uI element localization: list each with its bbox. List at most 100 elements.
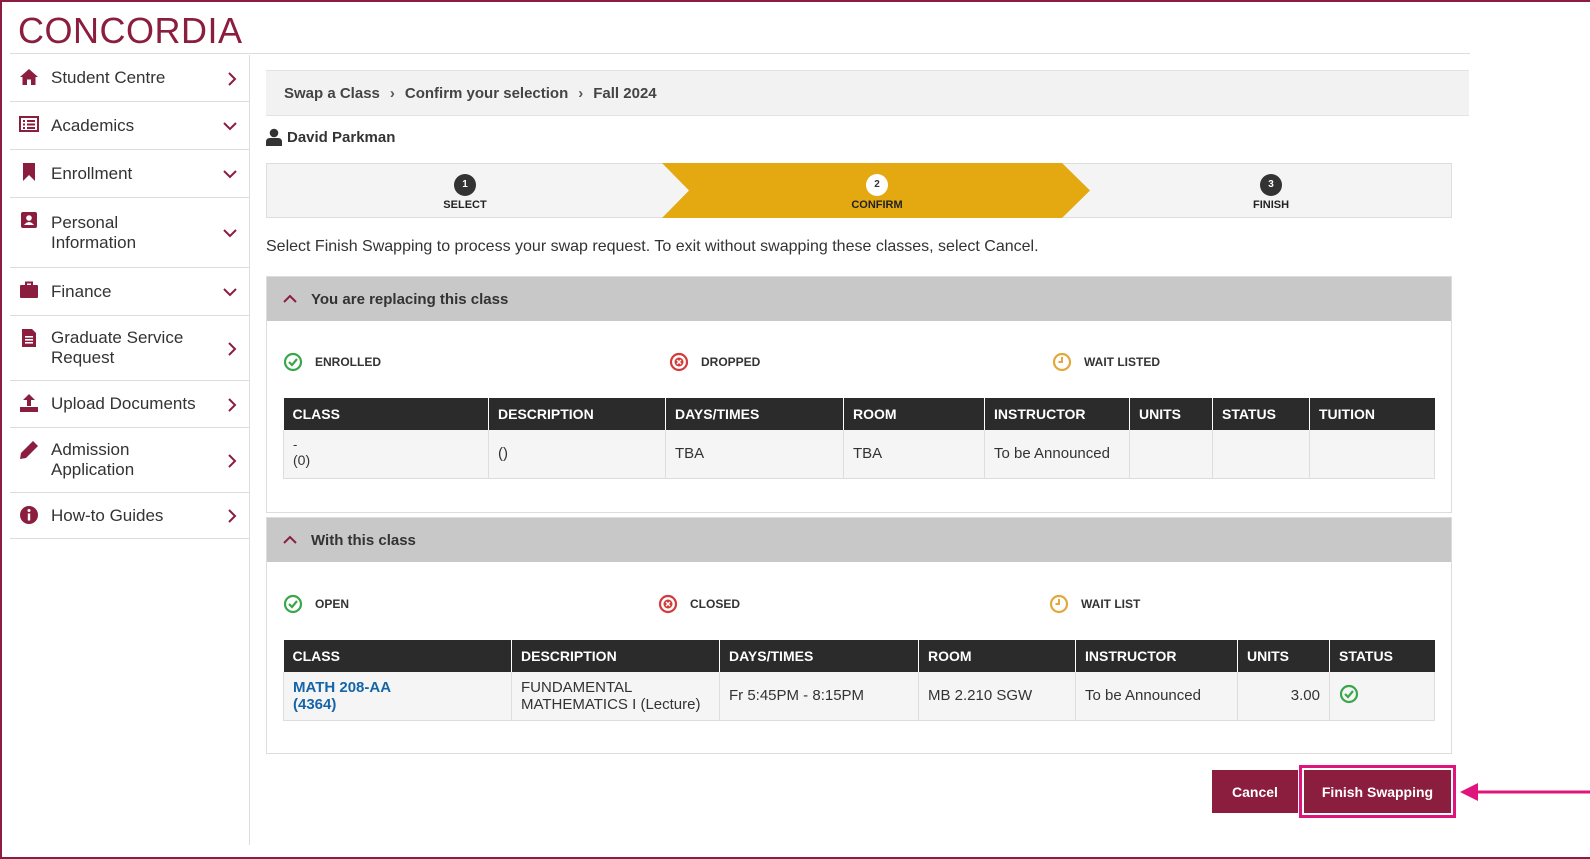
class-cell: - (0) bbox=[283, 430, 489, 479]
table-header-row: CLASS DESCRIPTION DAYS/TIMES ROOM INSTRU… bbox=[283, 398, 1435, 430]
panel-title: With this class bbox=[311, 531, 416, 549]
id-card-icon bbox=[21, 212, 37, 228]
room-cell: MB 2.210 SGW bbox=[918, 672, 1076, 721]
new-class-table: CLASS DESCRIPTION DAYS/TIMES ROOM INSTRU… bbox=[283, 640, 1435, 721]
table-row: - (0) () TBA TBA To be Announced bbox=[283, 430, 1435, 479]
sidebar-item-admission-application[interactable]: Admission Application bbox=[10, 428, 249, 493]
breadcrumb-item-current: Fall 2024 bbox=[593, 84, 657, 102]
sidebar-item-enrollment[interactable]: Enrollment bbox=[10, 150, 249, 198]
chevron-right-icon bbox=[228, 398, 237, 412]
sidebar-item-personal-information[interactable]: Personal Information bbox=[10, 198, 249, 268]
sidebar-item-how-to-guides[interactable]: How-to Guides bbox=[10, 493, 249, 539]
col-header: DAYS/TIMES bbox=[665, 398, 844, 430]
days-times-cell: TBA bbox=[665, 430, 844, 479]
sidebar-item-label: Graduate Service Request bbox=[51, 328, 184, 367]
panel-title: You are replacing this class bbox=[311, 290, 509, 308]
class-number-link[interactable]: (4364) bbox=[293, 696, 502, 713]
pointer-arrow-icon bbox=[1460, 783, 1590, 801]
open-check-icon bbox=[283, 594, 303, 614]
legend-enrolled: ENROLLED bbox=[283, 352, 381, 372]
sidebar-nav: Student Centre Academics Enrollment Pers… bbox=[10, 55, 250, 845]
legend-label: WAIT LISTED bbox=[1084, 355, 1160, 369]
dropped-x-icon bbox=[669, 352, 689, 372]
class-name: - bbox=[293, 437, 298, 453]
wait-list-clock-icon bbox=[1049, 594, 1069, 614]
replacing-panel-header[interactable]: You are replacing this class bbox=[267, 277, 1451, 321]
units-cell: 3.00 bbox=[1237, 672, 1330, 721]
breadcrumb-separator-icon: › bbox=[389, 84, 395, 102]
sidebar-item-student-centre[interactable]: Student Centre bbox=[10, 55, 249, 102]
description-line: FUNDAMENTAL bbox=[521, 678, 633, 696]
chevron-down-icon bbox=[223, 122, 237, 131]
user-name: David Parkman bbox=[287, 128, 396, 146]
description-cell: FUNDAMENTAL MATHEMATICS I (Lecture) bbox=[511, 672, 720, 721]
sidebar-item-graduate-service-request[interactable]: Graduate Service Request bbox=[10, 316, 249, 381]
col-header: CLASS bbox=[283, 398, 489, 430]
new-class-panel-header[interactable]: With this class bbox=[267, 518, 1451, 562]
description-line: MATHEMATICS I (Lecture) bbox=[521, 695, 701, 713]
chevron-right-icon bbox=[228, 342, 237, 356]
sidebar-item-label: Personal Information bbox=[51, 212, 137, 252]
briefcase-icon bbox=[20, 281, 38, 298]
legend-label: OPEN bbox=[315, 597, 350, 611]
class-cell[interactable]: MATH 208-AA (4364) bbox=[283, 672, 512, 721]
chevron-down-icon bbox=[223, 170, 237, 179]
chevron-right-icon bbox=[228, 509, 237, 523]
chevron-up-icon bbox=[283, 294, 297, 303]
replacing-class-table: CLASS DESCRIPTION DAYS/TIMES ROOM INSTRU… bbox=[283, 398, 1435, 479]
home-icon bbox=[20, 69, 38, 85]
class-link[interactable]: MATH 208-AA bbox=[293, 679, 502, 696]
legend-open: OPEN bbox=[283, 594, 349, 614]
units-cell bbox=[1129, 430, 1213, 479]
chevron-up-icon bbox=[283, 535, 297, 544]
legend-wait-list: WAIT LIST bbox=[1049, 594, 1140, 614]
sidebar-item-label: How-to Guides bbox=[51, 505, 164, 525]
cancel-button[interactable]: Cancel bbox=[1212, 770, 1298, 813]
chevron-right-icon bbox=[228, 454, 237, 468]
chevron-down-icon bbox=[223, 288, 237, 297]
col-header: DESCRIPTION bbox=[511, 640, 720, 672]
breadcrumb-item[interactable]: Confirm your selection bbox=[405, 85, 568, 102]
step-number: 2 bbox=[866, 174, 888, 196]
concordia-logo[interactable]: CONCORDIA bbox=[18, 10, 243, 52]
col-header: UNITS bbox=[1129, 398, 1213, 430]
document-icon bbox=[22, 329, 36, 347]
legend-label: DROPPED bbox=[701, 355, 761, 369]
class-number: (0) bbox=[293, 452, 311, 469]
col-header: INSTRUCTOR bbox=[984, 398, 1130, 430]
sidebar-item-label: Enrollment bbox=[51, 163, 133, 183]
step-number: 3 bbox=[1260, 174, 1282, 196]
instructions-text: Select Finish Swapping to process your s… bbox=[266, 238, 1039, 255]
col-header: CLASS bbox=[283, 640, 512, 672]
wait-listed-clock-icon bbox=[1052, 352, 1072, 372]
sidebar-item-label: Finance bbox=[51, 281, 112, 301]
room-cell: TBA bbox=[843, 430, 985, 479]
col-header: STATUS bbox=[1329, 640, 1435, 672]
legend-wait-listed: WAIT LISTED bbox=[1052, 352, 1160, 372]
table-row: MATH 208-AA (4364) FUNDAMENTAL MATHEMATI… bbox=[283, 672, 1435, 721]
user-name-row: David Parkman bbox=[266, 128, 395, 146]
header-divider bbox=[10, 53, 1470, 54]
sidebar-item-upload-documents[interactable]: Upload Documents bbox=[10, 381, 249, 428]
sidebar-item-label: Admission Application bbox=[51, 440, 135, 479]
col-header: DESCRIPTION bbox=[488, 398, 666, 430]
pencil-icon bbox=[20, 441, 38, 459]
sidebar-item-label: Upload Documents bbox=[51, 394, 196, 413]
step-finish: 3 FINISH bbox=[1245, 174, 1297, 211]
col-header: UNITS bbox=[1237, 640, 1330, 672]
step-label: SELECT bbox=[443, 199, 487, 211]
list-icon bbox=[19, 116, 39, 132]
description-cell: () bbox=[488, 430, 666, 479]
breadcrumb-item[interactable]: Swap a Class bbox=[284, 85, 380, 102]
legend-label: WAIT LIST bbox=[1081, 597, 1141, 611]
col-header: ROOM bbox=[918, 640, 1076, 672]
bookmark-icon bbox=[23, 163, 35, 181]
sidebar-item-label: Academics bbox=[51, 115, 135, 135]
sidebar-item-academics[interactable]: Academics bbox=[10, 102, 249, 150]
sidebar-item-finance[interactable]: Finance bbox=[10, 268, 249, 316]
step-label: CONFIRM bbox=[851, 199, 903, 211]
sidebar-item-label: Student Centre bbox=[51, 68, 166, 87]
chevron-right-icon bbox=[228, 72, 237, 86]
col-header: INSTRUCTOR bbox=[1075, 640, 1238, 672]
user-icon bbox=[266, 128, 282, 146]
